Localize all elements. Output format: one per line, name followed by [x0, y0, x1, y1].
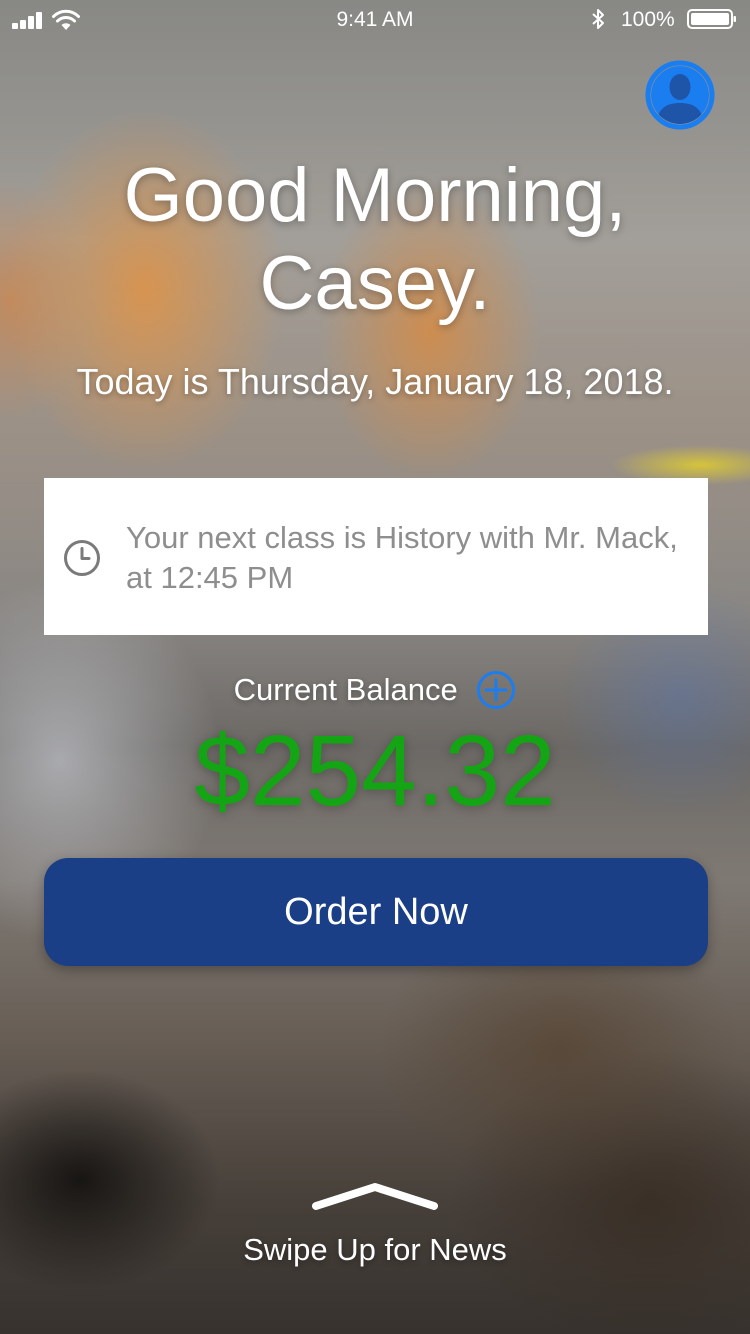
user-avatar-icon[interactable]: [645, 60, 715, 130]
greeting-heading: Good Morning, Casey.: [0, 152, 750, 328]
balance-row: Current Balance: [0, 668, 750, 710]
chevron-up-icon[interactable]: [310, 1180, 440, 1214]
battery-icon: [687, 9, 736, 29]
status-bar: 9:41 AM 100%: [0, 0, 750, 40]
order-now-button[interactable]: Order Now: [44, 858, 708, 966]
battery-percent: 100%: [621, 8, 675, 31]
balance-amount: $254.32: [194, 715, 556, 827]
clock-icon: [64, 540, 100, 576]
plus-circle-icon[interactable]: [476, 670, 516, 710]
greeting-line-2: Casey.: [259, 241, 491, 326]
date-text: Today is Thursday, January 18, 2018.: [76, 361, 674, 402]
greeting-line-1: Good Morning,: [123, 153, 627, 238]
next-class-text: Your next class is History with Mr. Mack…: [126, 520, 678, 595]
next-class-card[interactable]: Your next class is History with Mr. Mack…: [44, 478, 708, 635]
bluetooth-icon: [592, 9, 604, 29]
swipe-up-label[interactable]: Swipe Up for News: [0, 1230, 750, 1270]
balance-label: Current Balance: [233, 671, 458, 707]
